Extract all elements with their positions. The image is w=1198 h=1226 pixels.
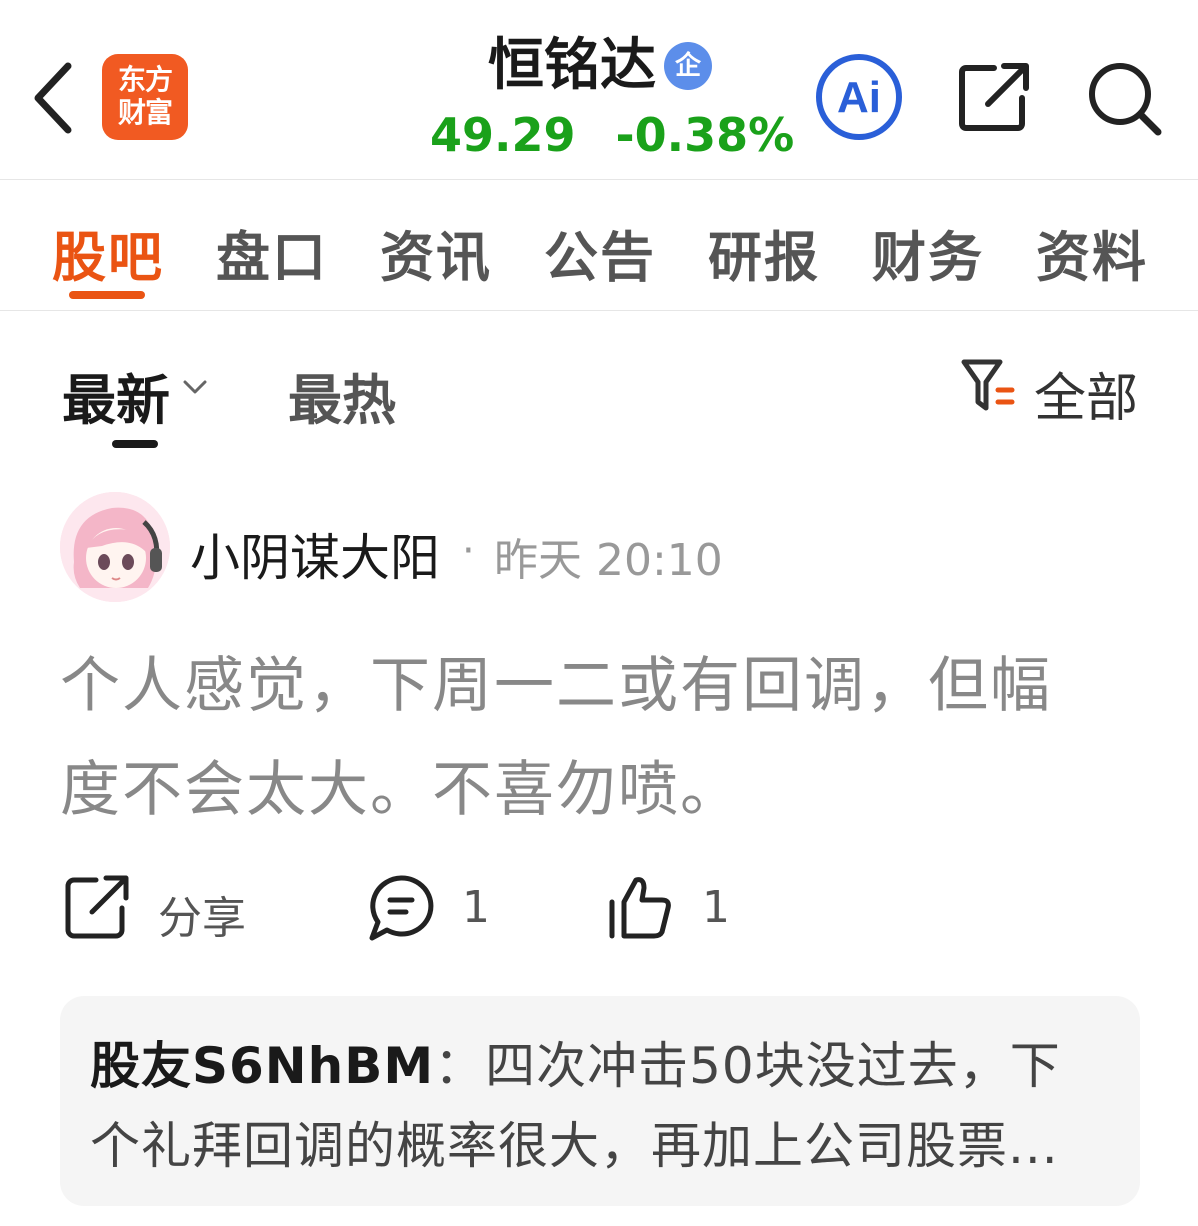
reply-line: 个礼拜回调的概率很大，再加上公司股票... xyxy=(90,1117,1059,1175)
sort-bar: 最新 最热 全部 xyxy=(0,312,1198,462)
tab-news[interactable]: 资讯 xyxy=(380,213,492,292)
reply-text: 四次冲击50块没过去，下 xyxy=(485,1037,1061,1095)
chevron-down-icon[interactable] xyxy=(182,378,208,396)
tab-profile[interactable]: 资料 xyxy=(1036,213,1148,292)
post-line: 个人感觉，下周一二或有回调，但幅 xyxy=(60,651,1052,721)
tab-announcements[interactable]: 公告 xyxy=(544,213,656,292)
reply-preview[interactable]: 股友S6NhBM：四次冲击50块没过去，下 个礼拜回调的概率很大，再加上公司股票… xyxy=(60,996,1140,1206)
separator-dot: · xyxy=(462,528,475,574)
thumbs-up-icon xyxy=(609,877,671,939)
share-post-icon xyxy=(65,875,129,939)
ai-label: Ai xyxy=(837,73,881,122)
post-content[interactable]: 个人感觉，下周一二或有回调，但幅 度不会太大。不喜勿喷。 xyxy=(60,634,1120,842)
price-row: 49.29 -0.38% xyxy=(430,108,794,162)
stock-change: -0.38% xyxy=(615,108,795,162)
tab-pankou[interactable]: 盘口 xyxy=(216,213,328,292)
like-count: 1 xyxy=(702,882,730,933)
comment-button[interactable]: 1 xyxy=(366,872,506,946)
tab-finance[interactable]: 财务 xyxy=(872,213,984,292)
post-line: 度不会太大。不喜勿喷。 xyxy=(60,755,742,825)
stock-title: 恒铭达企 xyxy=(420,30,780,102)
like-button[interactable]: 1 xyxy=(604,872,744,946)
sort-indicator xyxy=(112,440,158,448)
logo-text-top: 东方 xyxy=(117,63,173,96)
avatar-illustration-icon xyxy=(60,492,170,602)
filter-icon[interactable] xyxy=(958,356,1018,416)
enterprise-badge-icon: 企 xyxy=(664,42,712,90)
post-author[interactable]: 小阴谋大阳 xyxy=(190,518,440,590)
share-button[interactable]: 分享 xyxy=(62,872,262,946)
comment-icon xyxy=(369,875,434,941)
sort-hot[interactable]: 最热 xyxy=(288,356,396,435)
avatar[interactable] xyxy=(60,492,170,602)
filter-label[interactable]: 全部 xyxy=(1034,356,1138,431)
reply-username[interactable]: 股友S6NhBM xyxy=(90,1037,434,1095)
active-tab-indicator xyxy=(69,291,145,299)
logo-text-bottom: 财富 xyxy=(117,96,173,129)
app-logo[interactable]: 东方 财富 xyxy=(102,54,188,140)
post-time: 昨天 20:10 xyxy=(494,535,723,586)
share-label: 分享 xyxy=(158,893,246,944)
back-arrow-icon[interactable] xyxy=(28,58,80,138)
search-icon[interactable] xyxy=(1084,58,1164,138)
sort-latest[interactable]: 最新 xyxy=(62,356,170,435)
top-bar: 东方 财富 恒铭达企 49.29 -0.38% Ai xyxy=(0,0,1198,180)
comment-count: 1 xyxy=(462,882,490,933)
stock-name: 恒铭达 xyxy=(488,33,656,98)
tab-research[interactable]: 研报 xyxy=(708,213,820,292)
reply-line: 股友S6NhBM：四次冲击50块没过去，下 xyxy=(90,1026,1110,1106)
reply-separator: ： xyxy=(434,1037,486,1095)
ai-assistant-icon[interactable]: Ai xyxy=(814,52,904,142)
stock-price: 49.29 xyxy=(430,108,576,162)
tab-bar: 股吧 盘口 资讯 公告 研报 财务 资料 xyxy=(0,181,1198,311)
share-icon[interactable] xyxy=(954,58,1034,138)
tab-guba[interactable]: 股吧 xyxy=(52,213,164,292)
